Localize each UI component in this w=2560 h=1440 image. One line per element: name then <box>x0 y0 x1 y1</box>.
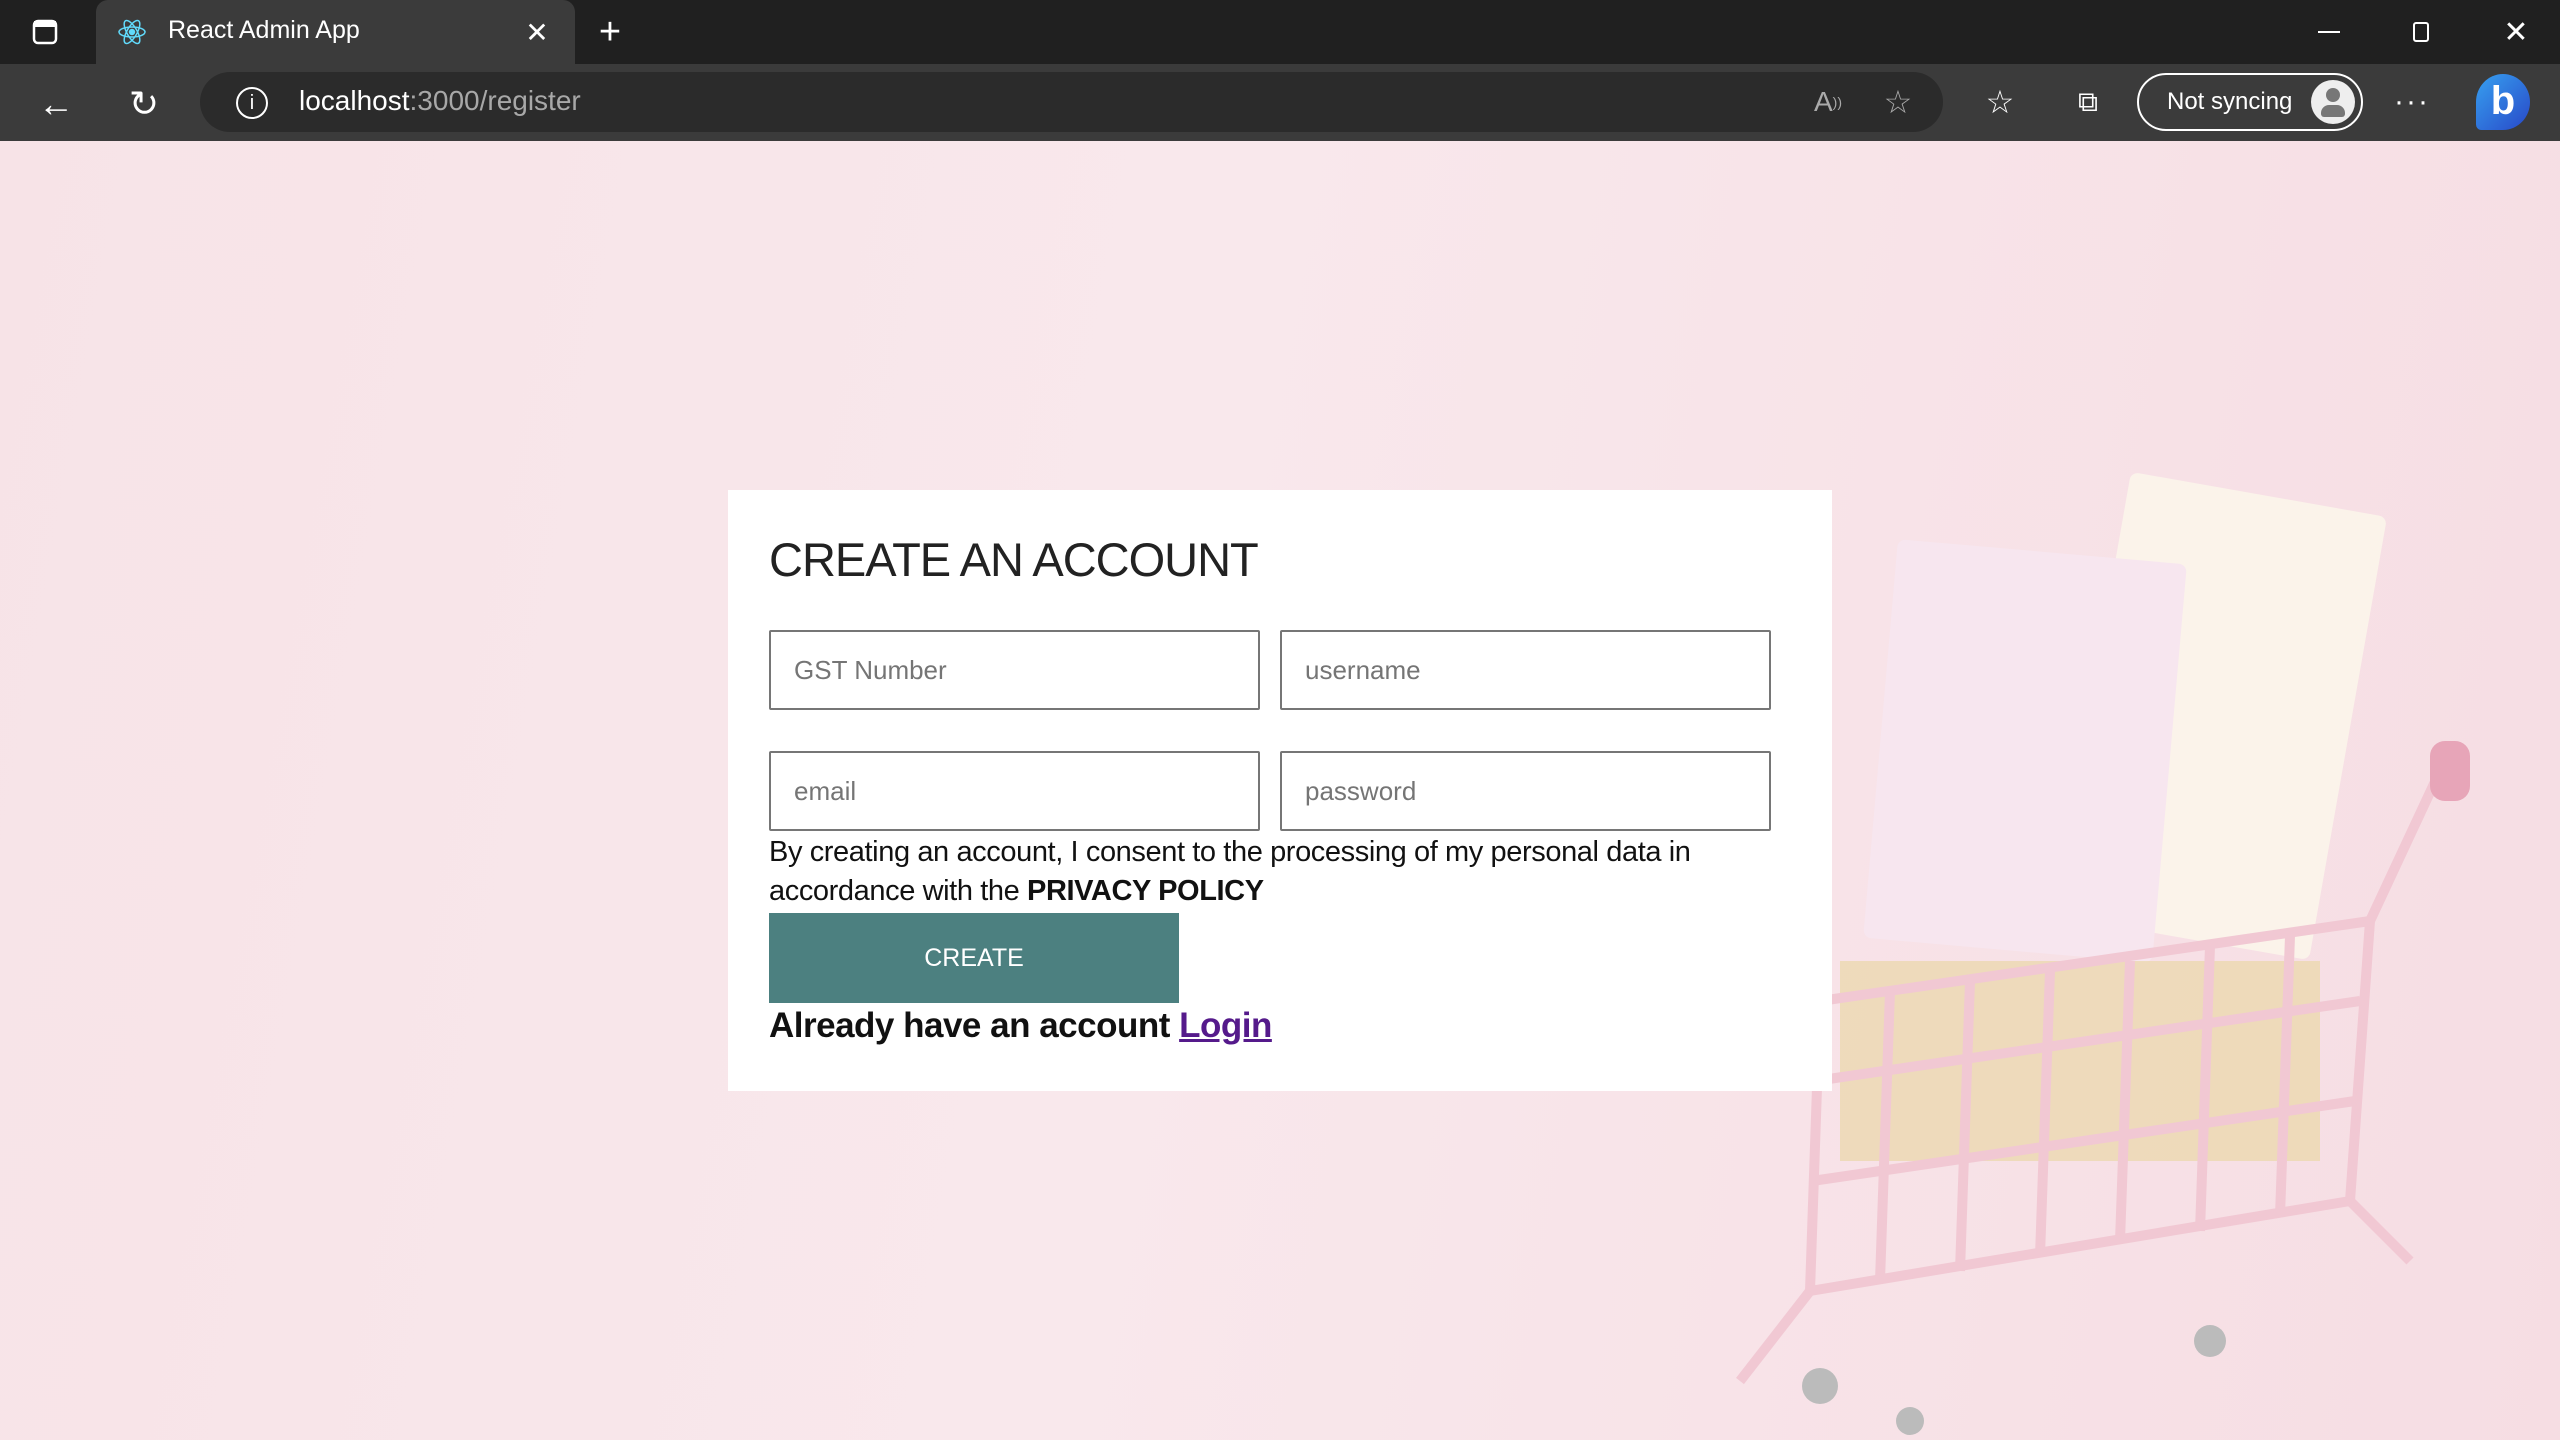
tab-strip: React Admin App ✕ + ✕ <box>0 0 2560 64</box>
site-info-icon[interactable]: i <box>236 87 268 119</box>
read-aloud-icon[interactable]: A)) <box>1810 84 1846 120</box>
favorites-icon[interactable]: ☆ <box>1980 82 2020 122</box>
address-bar[interactable]: i localhost:3000/register A)) ☆ <box>200 72 1943 132</box>
react-favicon-icon <box>116 16 148 48</box>
profile-sync-button[interactable]: Not syncing <box>2137 73 2363 131</box>
url-path: :3000/register <box>409 85 581 116</box>
browser-tab[interactable]: React Admin App ✕ <box>96 0 575 64</box>
privacy-policy: PRIVACY POLICY <box>1027 875 1264 907</box>
restore-icon[interactable] <box>2413 22 2429 42</box>
more-options-icon[interactable]: ··· <box>2392 82 2432 122</box>
avatar-icon <box>2311 80 2355 124</box>
refresh-icon[interactable]: ↻ <box>124 83 164 124</box>
bing-copilot-icon[interactable]: b <box>2476 74 2530 130</box>
close-tab-icon[interactable]: ✕ <box>521 16 553 48</box>
register-card: CREATE AN ACCOUNT GST Number username em… <box>728 490 1832 1091</box>
username-input[interactable]: username <box>1280 630 1771 710</box>
new-tab-icon[interactable]: + <box>592 11 628 53</box>
login-prompt: Already have an account Login <box>769 1006 1272 1046</box>
create-button[interactable]: CREATE <box>769 913 1179 1003</box>
consent-text: By creating an account, I consent to the… <box>769 833 1779 911</box>
tab-title: React Admin App <box>168 16 360 44</box>
close-window-icon[interactable]: ✕ <box>2498 14 2534 50</box>
password-input[interactable]: password <box>1280 751 1771 831</box>
collections-icon[interactable]: ⧉ <box>2068 82 2108 122</box>
sync-label: Not syncing <box>2167 88 2293 115</box>
back-icon[interactable]: ← <box>36 83 76 124</box>
minimize-icon[interactable] <box>2318 31 2340 33</box>
url-text[interactable]: localhost:3000/register <box>299 85 581 117</box>
email-input[interactable]: email <box>769 751 1260 831</box>
add-favorite-icon[interactable]: ☆ <box>1880 84 1916 120</box>
url-host: localhost <box>299 85 410 116</box>
gst-number-input[interactable]: GST Number <box>769 630 1260 710</box>
page-title: CREATE AN ACCOUNT <box>769 533 1259 586</box>
login-prompt-text: Already have an account <box>769 1006 1180 1045</box>
tab-actions-icon[interactable] <box>28 16 62 48</box>
login-link[interactable]: Login <box>1179 1006 1272 1045</box>
